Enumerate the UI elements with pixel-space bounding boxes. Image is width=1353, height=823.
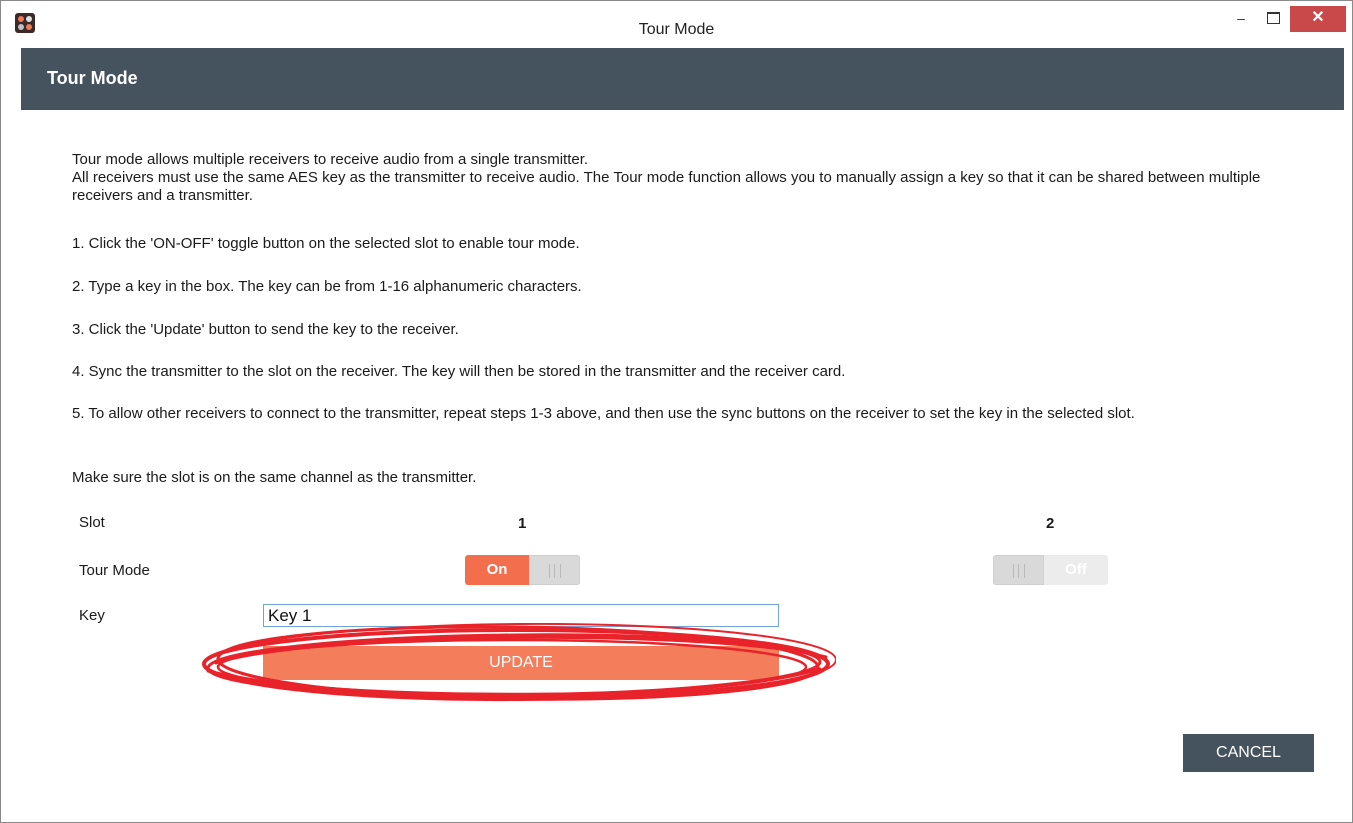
step-2: 2. Type a key in the box. The key can be… — [72, 278, 582, 295]
slot-2-number: 2 — [1046, 515, 1055, 532]
key-input[interactable] — [263, 604, 779, 627]
dialog-title: Tour Mode — [47, 68, 138, 88]
step-1: 1. Click the 'ON-OFF' toggle button on t… — [72, 235, 580, 252]
maximize-button[interactable] — [1259, 6, 1287, 32]
tour-mode-window: Tour Mode – ✕ Tour Mode Tour mode allows… — [0, 0, 1353, 823]
slot-1-number: 1 — [518, 515, 527, 532]
key-label: Key — [79, 607, 105, 624]
slot-label: Slot — [79, 514, 105, 531]
slot-1-tour-mode-toggle[interactable]: On — [465, 555, 580, 585]
minimize-icon: – — [1237, 10, 1245, 26]
title-bar[interactable]: Tour Mode – ✕ — [1, 1, 1352, 46]
dialog-header: Tour Mode — [21, 48, 1344, 110]
close-icon: ✕ — [1311, 9, 1325, 26]
step-3: 3. Click the 'Update' button to send the… — [72, 321, 459, 338]
toggle-knob — [529, 555, 580, 585]
close-button[interactable]: ✕ — [1290, 6, 1346, 32]
toggle-knob — [993, 555, 1044, 585]
channel-note: Make sure the slot is on the same channe… — [72, 469, 477, 486]
step-4: 4. Sync the transmitter to the slot on t… — [72, 363, 846, 380]
update-button[interactable]: UPDATE — [263, 646, 779, 680]
intro-line-1: Tour mode allows multiple receivers to r… — [72, 151, 589, 168]
cancel-button[interactable]: CANCEL — [1183, 734, 1314, 772]
slot-2-tour-mode-toggle[interactable]: Off — [993, 555, 1108, 585]
step-5: 5. To allow other receivers to connect t… — [72, 405, 1135, 422]
tour-mode-label: Tour Mode — [79, 562, 150, 579]
minimize-button[interactable]: – — [1227, 6, 1255, 32]
window-title: Tour Mode — [638, 21, 715, 38]
intro-line-2: All receivers must use the same AES key … — [72, 169, 1261, 204]
maximize-icon — [1266, 12, 1280, 24]
toggle-off-label: Off — [1044, 555, 1108, 585]
toggle-on-label: On — [465, 555, 529, 585]
